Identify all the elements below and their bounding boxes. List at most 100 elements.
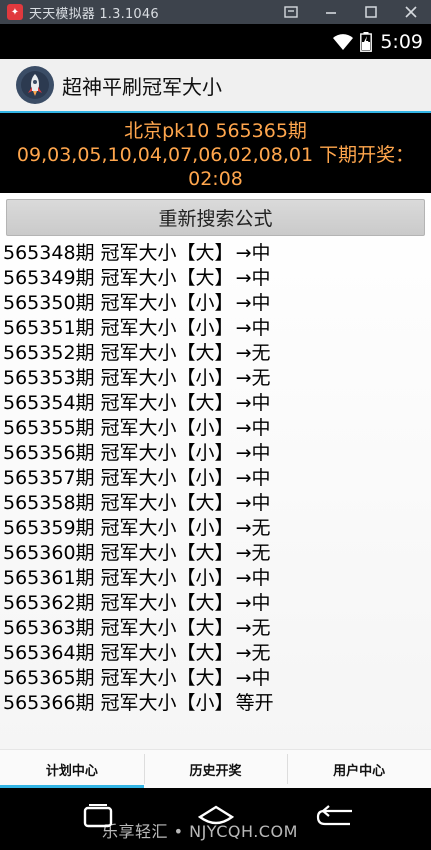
row-label: 冠军大小 [100,567,177,589]
row-pick: 【小】 [176,317,234,339]
list-item: 565360期 冠军大小【大】 →无 [3,541,428,566]
row-label: 冠军大小 [100,442,177,464]
row-pick: 【小】 [176,567,234,589]
row-pick: 【大】 [176,592,234,614]
close-button[interactable] [391,0,431,24]
row-label: 冠军大小 [100,367,177,389]
row-period: 565359期 [3,517,95,539]
list-item: 565348期 冠军大小【大】 →中 [3,241,428,266]
list-item: 565355期 冠军大小【小】 →中 [3,416,428,441]
tiantian-logo-icon: ✦ [7,4,23,20]
row-label: 冠军大小 [100,467,177,489]
row-pick: 【大】 [176,242,234,264]
tab-plan-center[interactable]: 计划中心 [0,750,144,788]
row-period: 565351期 [3,317,95,339]
row-pick: 【大】 [176,542,234,564]
row-pick: 【大】 [176,642,234,664]
tab-draw-history[interactable]: 历史开奖 [143,750,288,788]
status-bar: 5:09 [0,24,431,59]
row-label: 冠军大小 [100,542,177,564]
prediction-list: 565348期 冠军大小【大】 →中 565349期 冠军大小【大】 →中 565350期冠… [3,241,428,716]
row-pick: 【大】 [176,667,234,689]
back-icon [316,805,352,826]
emulator-title: 天天模拟器 1.3.1046 [29,6,159,22]
row-pick: 【小】 [176,367,234,389]
list-item: 565363期 冠军大小【大】 →无 [3,616,428,641]
row-period: 565349期 [3,267,95,289]
row-period: 565364期 [3,642,95,664]
list-item: 565357期 冠军大小【小】 →中 [3,466,428,491]
row-label: 冠军大小 [100,692,177,714]
battery-charging-icon [360,31,373,52]
close-icon [405,6,417,18]
row-period: 565350期 [3,292,95,314]
list-item: 565354期 冠军大小【大】 →中 [3,391,428,416]
row-label: 冠军大小 [100,267,177,289]
row-result: →中 [235,242,271,264]
back-button[interactable] [312,800,360,834]
list-item: 565353期 冠军大小【小】 →无 [3,366,428,391]
refresh-formula-button[interactable]: 重新搜索公式 [6,199,425,236]
row-label: 冠军大小 [100,342,177,364]
row-period: 565361期 [3,567,95,589]
row-result: →无 [235,342,271,364]
minimize-button[interactable] [311,0,351,24]
row-label: 冠军大小 [100,392,177,414]
plan-content: 重新搜索公式 565348期 冠军大小【大】 →中 565349期 冠军大小【大】 →中 5… [0,193,431,749]
row-result: →中 [235,392,271,414]
row-period: 565352期 [3,342,95,364]
row-pick: 【小】 [176,292,234,314]
list-item: 565349期 冠军大小【大】 →中 [3,266,428,291]
maximize-button[interactable] [351,0,391,24]
list-item: 565365期 冠军大小【大】 →中 [3,666,428,691]
row-result: 等开 [235,692,274,714]
row-period: 565360期 [3,542,95,564]
minimize-icon [326,12,336,14]
list-item: 565356期 冠军大小【小】 →中 [3,441,428,466]
row-period: 565353期 [3,367,95,389]
row-pick: 【小】 [176,442,234,464]
row-result: →中 [235,667,271,689]
emulator-title-bar: ✦ 天天模拟器 1.3.1046 [0,0,431,24]
emulator-menu-button[interactable] [271,0,311,24]
row-pick: 【小】 [176,692,234,714]
maximize-icon [365,6,377,18]
row-pick: 【大】 [176,392,234,414]
row-period: 565357期 [3,467,95,489]
row-result: →中 [235,492,271,514]
row-period: 565355期 [3,417,95,439]
row-period: 565356期 [3,442,95,464]
row-period: 565358期 [3,492,95,514]
list-item: 565362期 冠军大小【大】 →中 [3,591,428,616]
row-pick: 【大】 [176,617,234,639]
bottom-tab-bar: 计划中心 历史开奖 用户中心 [0,749,431,788]
window-controls [271,0,431,24]
row-result: →无 [235,542,271,564]
row-label: 冠军大小 [100,492,177,514]
watermark: 乐享轻汇 • NJYCQH.COM [102,822,298,841]
row-label: 冠军大小 [100,317,177,339]
row-period: 565363期 [3,617,95,639]
list-item: 565350期 冠军大小【小】 →中 [3,291,428,316]
tab-user-center[interactable]: 用户中心 [287,750,431,788]
row-pick: 【大】 [176,342,234,364]
list-item: 565364期 冠军大小【大】 →无 [3,641,428,666]
lottery-info-banner: 北京pk10 565365期 09,03,05,10,04,07,06,02,0… [0,115,431,193]
row-result: →中 [235,267,271,289]
row-label: 冠军大小 [100,417,177,439]
row-result: →中 [235,317,271,339]
row-pick: 【大】 [176,267,234,289]
current-period: 北京pk10 565365期 [124,120,307,142]
row-pick: 【大】 [176,492,234,514]
row-result: →中 [235,417,271,439]
row-label: 冠军大小 [100,667,177,689]
row-pick: 【小】 [176,417,234,439]
row-label: 冠军大小 [100,517,177,539]
draw-numbers: 09,03,05,10,04,07,06,02,08,01 下期开奖： [16,144,415,166]
list-item: 565351期 冠军大小【小】 →中 [3,316,428,341]
row-result: →无 [235,517,271,539]
list-item: 565358期 冠军大小【大】 →中 [3,491,428,516]
row-label: 冠军大小 [100,642,177,664]
row-pick: 【小】 [176,517,234,539]
row-result: →中 [235,567,271,589]
